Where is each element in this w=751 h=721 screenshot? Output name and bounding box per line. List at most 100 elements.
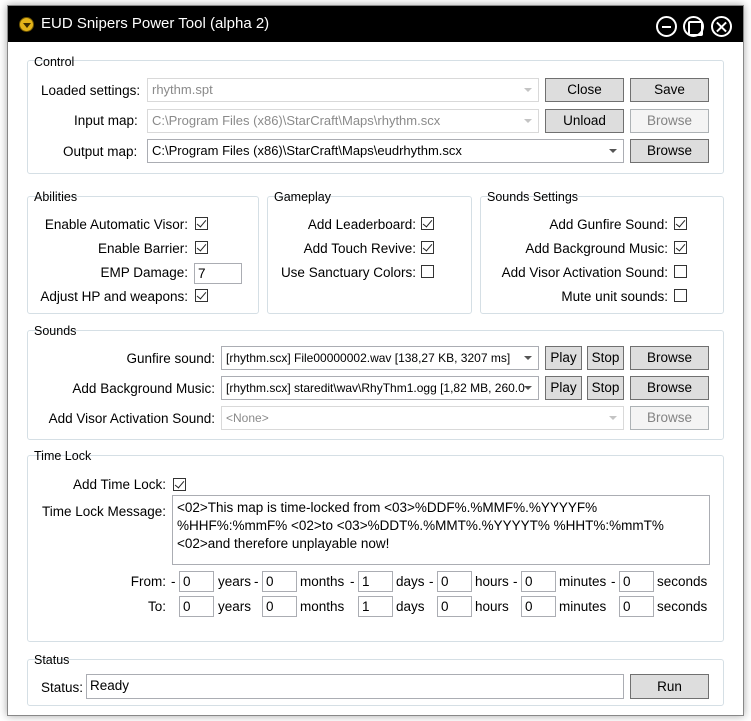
background-music-dropdown[interactable]: [rhythm.scx] staredit\wav\RhyThm1.ogg [1… [221, 376, 539, 400]
browse-input-button[interactable]: Browse [630, 109, 709, 133]
loaded-settings-label: Loaded settings: [41, 83, 141, 98]
from-months-label: months [300, 574, 345, 589]
gunfire-sound-checkbox[interactable] [674, 217, 687, 230]
visor-sound-dropdown[interactable]: <None> [221, 406, 624, 430]
loaded-settings-value: rhythm.spt [152, 82, 213, 97]
input-map-dropdown[interactable]: C:\Program Files (x86)\StarCraft\Maps\rh… [147, 109, 539, 133]
to-months-label: months [300, 599, 345, 614]
play-background-button[interactable]: Play [545, 376, 582, 400]
time-lock-message-input[interactable]: <02>This map is time-locked from <03>%DD… [172, 495, 710, 565]
sounds-group-title: Sounds [34, 324, 77, 338]
background-music-select-label: Add Background Music: [72, 381, 215, 396]
from-minus-years: - [171, 574, 176, 589]
from-seconds-input[interactable]: 0 [619, 571, 654, 592]
control-group-title: Control [34, 55, 75, 69]
status-value-field: Ready [86, 674, 624, 699]
browse-visor-button[interactable]: Browse [630, 406, 709, 430]
adjust-hp-label: Adjust HP and weapons: [40, 289, 188, 304]
add-time-lock-checkbox[interactable] [173, 478, 186, 491]
emp-damage-input[interactable]: 7 [194, 263, 242, 284]
abilities-group-title: Abilities [34, 190, 78, 204]
status-label: Status: [41, 680, 84, 695]
from-minus-minutes: - [513, 574, 518, 589]
from-days-label: days [396, 574, 425, 589]
mute-unit-checkbox[interactable] [674, 289, 687, 302]
sounds-settings-group-title: Sounds Settings [487, 190, 579, 204]
visor-sound-select-label: Add Visor Activation Sound: [48, 411, 215, 426]
from-minus-months: - [254, 574, 259, 589]
close-settings-button[interactable]: Close [545, 78, 624, 102]
from-hours-input[interactable]: 0 [437, 571, 472, 592]
barrier-checkbox[interactable] [195, 241, 208, 254]
to-minutes-input[interactable]: 0 [521, 596, 556, 617]
visor-sound-label: Add Visor Activation Sound: [501, 265, 668, 280]
to-minutes-label: minutes [559, 599, 607, 614]
from-years-input[interactable]: 0 [179, 571, 214, 592]
sanctuary-colors-label: Use Sanctuary Colors: [280, 265, 416, 280]
from-minutes-label: minutes [559, 574, 607, 589]
stop-gunfire-button[interactable]: Stop [587, 346, 624, 370]
chevron-down-icon [609, 416, 617, 420]
from-months-input[interactable]: 0 [262, 571, 297, 592]
output-map-dropdown[interactable]: C:\Program Files (x86)\StarCraft\Maps\eu… [147, 139, 624, 163]
time-lock-message-label: Time Lock Message: [41, 504, 166, 519]
title-bar[interactable]: EUD Snipers Power Tool (alpha 2) [8, 6, 743, 42]
to-seconds-input[interactable]: 0 [619, 596, 654, 617]
from-minutes-input[interactable]: 0 [521, 571, 556, 592]
gunfire-sound-dropdown[interactable]: [rhythm.scx] File00000002.wav [138,27 KB… [221, 346, 539, 370]
stop-background-button[interactable]: Stop [587, 376, 624, 400]
chevron-down-icon [524, 386, 532, 390]
close-window-icon[interactable] [711, 16, 732, 37]
leaderboard-checkbox[interactable] [421, 217, 434, 230]
loaded-settings-dropdown[interactable]: rhythm.spt [147, 78, 539, 102]
browse-background-button[interactable]: Browse [630, 376, 709, 400]
browse-gunfire-button[interactable]: Browse [630, 346, 709, 370]
to-days-input[interactable]: 1 [358, 596, 393, 617]
to-years-label: years [218, 599, 252, 614]
from-minus-hours: - [429, 574, 434, 589]
chevron-down-icon [524, 119, 532, 123]
output-map-value: C:\Program Files (x86)\StarCraft\Maps\eu… [152, 143, 462, 158]
save-settings-button[interactable]: Save [630, 78, 709, 102]
sanctuary-colors-checkbox[interactable] [421, 265, 434, 278]
from-seconds-label: seconds [657, 574, 708, 589]
output-map-label: Output map: [63, 144, 138, 159]
time-lock-group-title: Time Lock [34, 449, 92, 463]
to-label: To: [147, 599, 166, 614]
input-map-label: Input map: [74, 113, 138, 128]
chevron-down-icon [609, 149, 617, 153]
status-group-title: Status [34, 653, 70, 667]
gunfire-sound-value: [rhythm.scx] File00000002.wav [138,27 KB… [226, 351, 511, 365]
to-days-label: days [396, 599, 425, 614]
main-window: EUD Snipers Power Tool (alpha 2) Control… [7, 5, 744, 716]
touch-revive-label: Add Touch Revive: [303, 241, 416, 256]
play-gunfire-button[interactable]: Play [545, 346, 582, 370]
maximize-icon[interactable] [683, 16, 704, 37]
automatic-visor-label: Enable Automatic Visor: [44, 217, 188, 232]
run-button[interactable]: Run [630, 674, 709, 699]
gameplay-group-title: Gameplay [274, 190, 331, 204]
adjust-hp-checkbox[interactable] [195, 289, 208, 302]
touch-revive-checkbox[interactable] [421, 241, 434, 254]
barrier-label: Enable Barrier: [97, 241, 188, 256]
unload-button[interactable]: Unload [545, 109, 624, 133]
from-label: From: [130, 574, 166, 589]
visor-sound-checkbox[interactable] [674, 265, 687, 278]
chevron-down-icon [524, 88, 532, 92]
browse-output-button[interactable]: Browse [630, 139, 709, 163]
mute-unit-label: Mute unit sounds: [561, 289, 668, 304]
to-months-input[interactable]: 0 [262, 596, 297, 617]
from-hours-label: hours [475, 574, 509, 589]
gunfire-sound-label: Add Gunfire Sound: [549, 217, 668, 232]
add-time-lock-label: Add Time Lock: [72, 477, 166, 492]
background-music-checkbox[interactable] [674, 241, 687, 254]
automatic-visor-checkbox[interactable] [195, 217, 208, 230]
to-hours-input[interactable]: 0 [437, 596, 472, 617]
leaderboard-label: Add Leaderboard: [307, 217, 416, 232]
to-seconds-label: seconds [657, 599, 708, 614]
from-days-input[interactable]: 1 [358, 571, 393, 592]
minimize-icon[interactable] [656, 16, 677, 37]
input-map-value: C:\Program Files (x86)\StarCraft\Maps\rh… [152, 113, 441, 128]
emp-damage-label: EMP Damage: [100, 265, 188, 280]
to-years-input[interactable]: 0 [179, 596, 214, 617]
